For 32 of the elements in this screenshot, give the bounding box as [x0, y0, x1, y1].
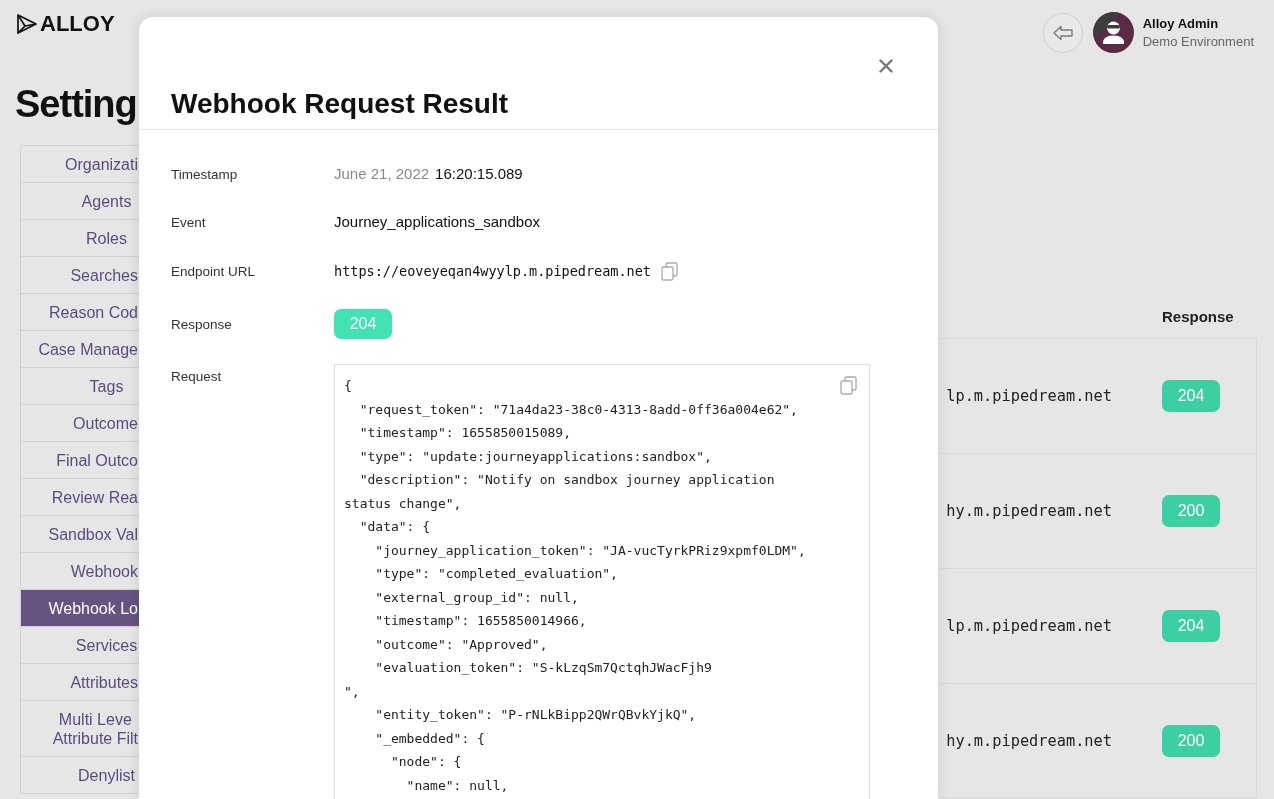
sidebar-item[interactable]: Webhook Lo — [20, 590, 139, 627]
timestamp-time: 16:20:15.089 — [435, 164, 523, 184]
dialog-title: Webhook Request Result — [171, 87, 509, 121]
request-json: { "request_token": "71a4da23-38c0-4313-8add-0ff36a004e62", "timestamp": 1655850015089, "type": "update:journeyapplications:sandbox", "description": "Notify on sandbox journey application status change", "data": { "journey_application_token": "JA-vucTyrkPRiz9xpmf0LDM", "type": "completed_evaluation", "external_group_id": null, "timestamp": 1655850014966, "outcome": "Approved", "evaluation_token": "S-kLzqSm7QctqhJWacFjh9 ", "entity_token": "P-rNLkBipp2QWrQBvkYjkQ", "_embedded": { "node": { "name": null, — [344, 377, 807, 795]
user-name: Alloy Admin — [1142, 14, 1220, 33]
status-badge: 204 — [1162, 610, 1220, 642]
field-label: Endpoint URL — [171, 262, 256, 280]
column-header: Response — [1162, 308, 1234, 325]
field-label: Request — [171, 368, 222, 385]
status-badge: 200 — [1162, 495, 1220, 527]
field-label: Event — [171, 213, 206, 231]
arrow-left-icon — [1052, 24, 1073, 41]
field-label: Response — [171, 315, 232, 333]
endpoint-url: lp.m.pipedream.net — [946, 387, 1112, 405]
environment-label: Demo Environment — [1142, 32, 1254, 51]
endpoint-url: lp.m.pipedream.net — [946, 617, 1112, 635]
status-badge: 200 — [1162, 724, 1220, 757]
field-label: Timestamp — [171, 165, 238, 183]
logo-icon — [16, 13, 38, 35]
endpoint-url: hy.m.pipedream.net — [946, 731, 1112, 750]
status-badge: 204 — [334, 309, 392, 339]
event-name: Journey_applications_sandbox — [334, 212, 540, 232]
copy-icon[interactable] — [661, 261, 678, 281]
page-title: Setting — [15, 82, 137, 127]
close-icon — [879, 59, 893, 73]
endpoint-url: hy.m.pipedream.net — [946, 502, 1112, 520]
status-badge: 204 — [1162, 380, 1220, 412]
copy-icon[interactable] — [840, 376, 857, 395]
logo-text: ALLOY — [40, 12, 115, 36]
avatar-icon — [1092, 12, 1134, 53]
endpoint-url: https://eoveyeqan4wyylp.m.pipedream.net — [334, 262, 651, 281]
timestamp-date: June 21, 2022 — [334, 164, 430, 184]
